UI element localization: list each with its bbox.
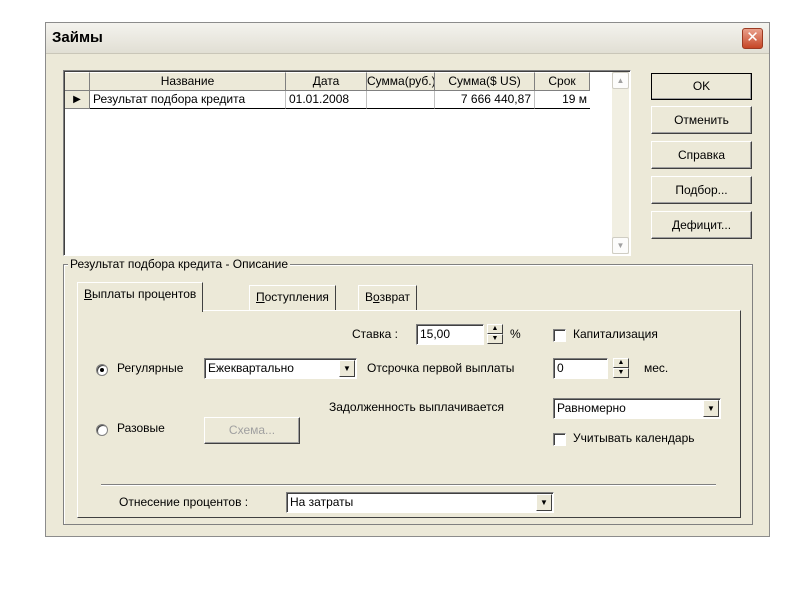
tab-accel: П <box>256 290 265 304</box>
loans-dialog: Займы ✕ Название Дата Сумма(руб.) Сумма(… <box>45 22 770 537</box>
deficit-button[interactable]: Дефицит... <box>651 211 752 239</box>
dropdown-arrow-icon[interactable]: ▼ <box>536 494 552 511</box>
onetime-radio[interactable] <box>96 424 108 436</box>
debt-label: Задолженность выплачивается <box>329 400 504 414</box>
vertical-scrollbar[interactable]: ▲ ▼ <box>612 72 629 254</box>
table-cell-sum-usd[interactable]: 7 666 440,87 <box>435 91 535 109</box>
deferral-label: Отсрочка первой выплаты <box>367 361 515 375</box>
calendar-checkbox[interactable] <box>553 433 566 446</box>
deferral-unit: мес. <box>644 361 669 375</box>
spin-up-icon[interactable]: ▲ <box>487 324 503 334</box>
spin-up-icon[interactable]: ▲ <box>613 358 629 368</box>
spin-down-icon[interactable]: ▼ <box>487 334 503 344</box>
dropdown-arrow-icon[interactable]: ▼ <box>703 400 719 417</box>
tab-interest-payments[interactable]: Выплаты процентов <box>77 282 204 312</box>
deferral-spinner[interactable]: ▲ ▼ <box>613 358 629 379</box>
table-cell-date[interactable]: 01.01.2008 <box>286 91 367 109</box>
tab-label-rest: оступления <box>264 290 329 304</box>
column-header-term[interactable]: Срок <box>535 72 590 91</box>
tab-label-pre: В <box>365 290 374 304</box>
ok-button[interactable]: OK <box>651 73 752 100</box>
row-header-corner <box>65 72 90 91</box>
column-header-date[interactable]: Дата <box>286 72 367 91</box>
select-button[interactable]: Подбор... <box>651 176 752 204</box>
tab-label-rest: ыплаты процентов <box>92 287 197 301</box>
frequency-select[interactable]: Ежеквартально ▼ <box>204 358 357 379</box>
capitalization-checkbox[interactable] <box>553 329 566 342</box>
title-bar: Займы ✕ <box>46 23 769 54</box>
rate-unit: % <box>510 327 521 341</box>
separator-line <box>101 484 716 486</box>
rate-label: Ставка : <box>352 327 398 341</box>
schema-button[interactable]: Схема... <box>204 417 300 444</box>
deferral-input[interactable]: 0 <box>553 358 608 379</box>
attribution-select[interactable]: На затраты ▼ <box>286 492 554 513</box>
debt-value: Равномерно <box>557 401 626 415</box>
calendar-label: Учитывать календарь <box>573 431 695 445</box>
column-header-sum-rub[interactable]: Сумма(руб.) <box>367 72 435 91</box>
table-cell-name[interactable]: Результат подбора кредита <box>90 91 286 109</box>
frequency-value: Ежеквартально <box>208 361 294 375</box>
tab-receipts[interactable]: Поступления <box>249 285 336 311</box>
current-row-arrow-icon: ▶ <box>65 91 90 109</box>
scroll-up-icon[interactable]: ▲ <box>612 72 629 89</box>
debt-select[interactable]: Равномерно ▼ <box>553 398 721 419</box>
regular-label: Регулярные <box>117 361 184 375</box>
help-button[interactable]: Справка <box>651 141 752 169</box>
rate-spinner[interactable]: ▲ ▼ <box>487 324 503 345</box>
column-header-name[interactable]: Название <box>90 72 286 91</box>
tab-repayment[interactable]: Возврат <box>358 285 418 311</box>
spin-down-icon[interactable]: ▼ <box>613 368 629 378</box>
cancel-button[interactable]: Отменить <box>651 106 752 134</box>
attribution-label: Отнесение процентов : <box>119 495 249 509</box>
window-title: Займы <box>52 29 103 46</box>
scroll-down-icon[interactable]: ▼ <box>612 237 629 254</box>
capitalization-label: Капитализация <box>573 327 658 341</box>
tab-accel: В <box>84 287 93 301</box>
regular-radio[interactable] <box>96 364 108 376</box>
dropdown-arrow-icon[interactable]: ▼ <box>339 360 355 377</box>
description-group-label: Результат подбора кредита - Описание <box>68 257 290 271</box>
table-cell-sum-rub[interactable] <box>367 91 435 109</box>
close-icon[interactable]: ✕ <box>742 28 763 49</box>
rate-input[interactable]: 15,00 <box>416 324 484 345</box>
tab-label-rest: зврат <box>379 290 411 304</box>
loans-table[interactable]: Название Дата Сумма(руб.) Сумма($ US) Ср… <box>63 70 631 256</box>
onetime-label: Разовые <box>117 421 165 435</box>
column-header-sum-usd[interactable]: Сумма($ US) <box>435 72 535 91</box>
table-cell-term[interactable]: 19 м <box>535 91 590 109</box>
attribution-value: На затраты <box>290 495 354 509</box>
